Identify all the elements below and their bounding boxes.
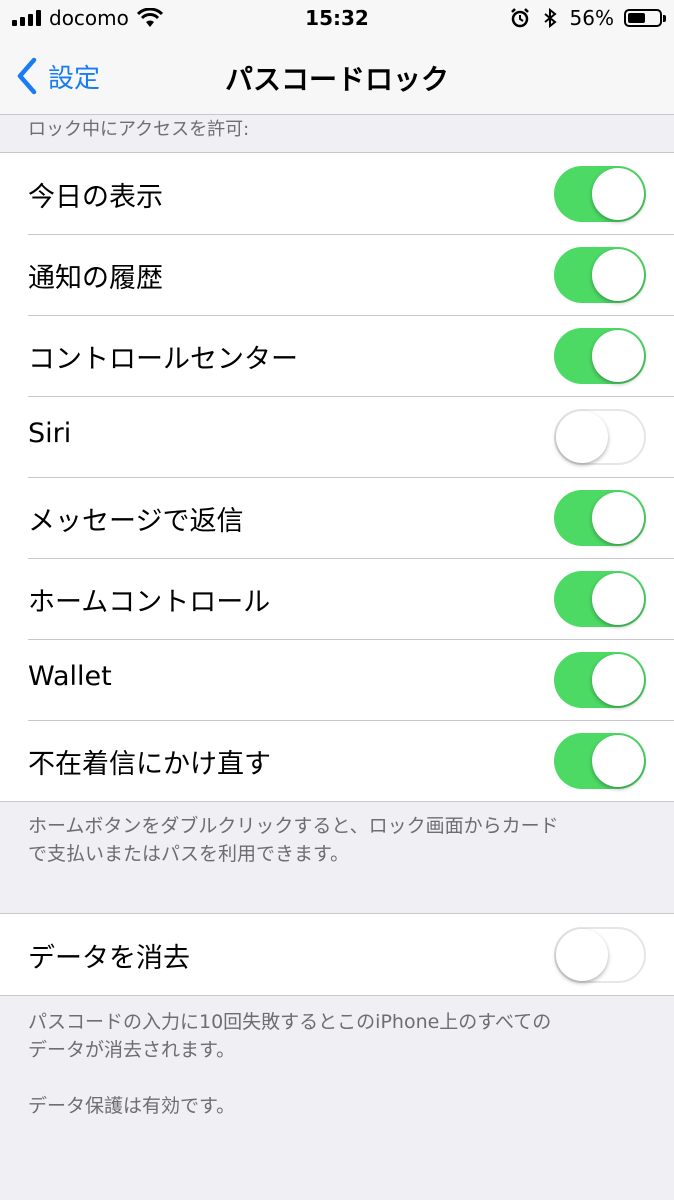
- toggle-knob: [592, 654, 644, 706]
- setting-label: Wallet: [28, 661, 112, 692]
- toggle-knob: [592, 168, 644, 220]
- footer-line: で支払いまたはパスを利用できます。: [28, 843, 350, 865]
- setting-label: メッセージで返信: [28, 506, 244, 537]
- setting-toggle[interactable]: [554, 247, 646, 303]
- data-protection-note: データ保護は有効です。: [28, 1095, 236, 1117]
- toggle-knob: [592, 330, 644, 382]
- toggle-knob: [592, 735, 644, 787]
- toggle-knob: [592, 249, 644, 301]
- battery-percent: 56%: [569, 6, 614, 30]
- erase-data-footer: パスコードの入力に10回失敗するとこのiPhone上のすべての データが消去され…: [28, 1008, 648, 1120]
- battery-icon: [624, 9, 666, 27]
- erase-data-group: データを消去: [0, 913, 674, 996]
- setting-toggle[interactable]: [554, 652, 646, 708]
- bluetooth-icon: [543, 8, 557, 28]
- setting-label: コントロールセンター: [28, 344, 298, 375]
- status-bar: docomo 15:32 56%: [0, 0, 674, 40]
- erase-data-toggle[interactable]: [554, 927, 646, 983]
- navigation-bar: 設定 パスコードロック: [0, 40, 674, 114]
- toggle-knob: [556, 929, 608, 981]
- setting-label: 今日の表示: [28, 182, 163, 213]
- setting-toggle[interactable]: [554, 328, 646, 384]
- page-title: パスコードロック: [224, 63, 449, 96]
- setting-label: ホームコントロール: [28, 587, 271, 618]
- setting-row: 不在着信にかけ直す: [0, 720, 674, 801]
- toggle-knob: [592, 492, 644, 544]
- alarm-icon: [510, 8, 529, 28]
- setting-toggle[interactable]: [554, 571, 646, 627]
- setting-row: Siri: [0, 396, 674, 477]
- footer-line: ホームボタンをダブルクリックすると、ロック画面からカード: [28, 815, 559, 837]
- footer-line: データが消去されます。: [28, 1039, 236, 1061]
- lock-access-footer: ホームボタンをダブルクリックすると、ロック画面からカード で支払いまたはパスを利…: [28, 812, 648, 868]
- setting-toggle[interactable]: [554, 733, 646, 789]
- erase-data-row: データを消去: [0, 914, 674, 995]
- setting-row: メッセージで返信: [0, 477, 674, 558]
- setting-label: 不在着信にかけ直す: [28, 749, 271, 780]
- toggle-knob: [556, 411, 608, 463]
- setting-toggle[interactable]: [554, 409, 646, 465]
- section-header-text: ロック中にアクセスを許可:: [28, 119, 250, 140]
- setting-label: 通知の履歴: [28, 263, 163, 294]
- setting-label: Siri: [28, 418, 72, 449]
- footer-line: パスコードの入力に10回失敗するとこのiPhone上のすべての: [28, 1011, 552, 1033]
- setting-row: コントロールセンター: [0, 315, 674, 396]
- lock-access-group: 今日の表示通知の履歴コントロールセンター Siri メッセージで返信 ホームコントロー…: [0, 152, 674, 802]
- erase-data-label: データを消去: [28, 943, 190, 974]
- status-right: 56%: [510, 6, 666, 30]
- setting-row: Wallet: [0, 639, 674, 720]
- setting-row: 今日の表示: [0, 153, 674, 234]
- setting-row: ホームコントロール: [0, 558, 674, 639]
- section-header: ロック中にアクセスを許可:: [0, 114, 674, 152]
- setting-toggle[interactable]: [554, 490, 646, 546]
- setting-toggle[interactable]: [554, 166, 646, 222]
- toggle-knob: [592, 573, 644, 625]
- setting-row: 通知の履歴: [0, 234, 674, 315]
